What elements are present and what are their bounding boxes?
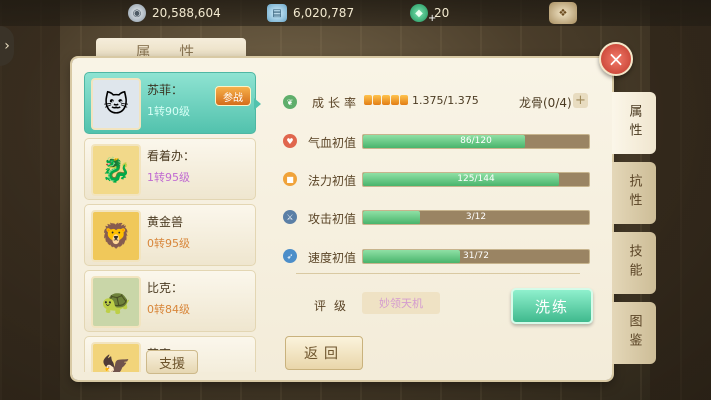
pet-name: 比克： [147, 281, 184, 295]
stat-label-speed: 速度初值 [308, 251, 357, 265]
shop-icon[interactable]: ❖ [549, 2, 577, 24]
heart-icon: ♥ [283, 134, 297, 148]
leaf-icon: ❦ [283, 95, 297, 109]
jade-coin-display[interactable]: ◆ + 20 [410, 3, 449, 24]
pet-item-bike[interactable]: 🐢 比克： 0转84级 [84, 270, 256, 332]
growth-star-icon [364, 95, 372, 105]
currency-bar: ◉ 20,588,604 ▤ 6,020,787 ◆ + 20 ❖ [0, 0, 711, 26]
support-button[interactable]: 支援 [146, 350, 198, 374]
silver-ingot-display: ▤ 6,020,787 [267, 3, 354, 23]
pet-name: 看着办： [147, 149, 196, 163]
add-dragon-bone-button[interactable]: + [573, 93, 588, 108]
growth-star-icon [391, 95, 399, 105]
silver-coin-display: ◉ 20,588,604 [128, 3, 221, 23]
stat-label-attack: 攻击初值 [308, 212, 357, 226]
stat-bar-text: 31/72 [463, 251, 489, 261]
pet-avatar-cat-icon: 🐱 [91, 78, 141, 130]
growth-star-icon [400, 95, 408, 105]
pet-avatar-dragon-icon: 🐉 [91, 144, 141, 196]
pet-item-kanzheban[interactable]: 🐉 看着办： 1转95级 [84, 138, 256, 200]
close-button[interactable]: × [599, 42, 633, 76]
silver-coin-icon: ◉ [128, 4, 146, 22]
grade-value: 妙领天机 [362, 292, 440, 314]
stat-bar-mp: 125/144 [362, 172, 590, 187]
back-button[interactable]: 返回 [285, 336, 363, 370]
pet-level: 1转95级 [147, 171, 190, 184]
wash-button[interactable]: 洗练 [511, 288, 593, 324]
growth-label: 成长率 [312, 96, 361, 110]
pet-item-sufei[interactable]: 🐱 苏菲： 1转90级 参战 [84, 72, 256, 134]
stat-bar-attack: 3/12 [362, 210, 590, 225]
pet-name: 苏菲： [147, 83, 184, 97]
battle-badge: 参战 [215, 86, 251, 106]
pet-avatar-golden-icon: 🦅 [91, 342, 141, 372]
silver-ingot-icon: ▤ [267, 4, 287, 22]
pet-avatar-turtle-icon: 🐢 [91, 276, 141, 328]
stat-label-mp: 法力初值 [308, 174, 357, 188]
stat-bar-hp: 86/120 [362, 134, 590, 149]
growth-stars [364, 95, 408, 105]
pet-level: 0转84级 [147, 303, 190, 316]
close-icon: × [607, 47, 625, 71]
growth-star-icon [382, 95, 390, 105]
jade-coin-icon[interactable]: ◆ + [410, 4, 436, 24]
pet-name: 黄金兽 [147, 215, 184, 229]
stat-bar-text: 125/144 [457, 174, 495, 184]
selection-arrow-icon [254, 98, 261, 110]
pet-level: 0转95级 [147, 237, 190, 250]
sword-icon: ⚔ [283, 210, 297, 224]
plus-icon: + [428, 13, 437, 24]
stat-bar-text: 3/12 [465, 212, 487, 222]
stat-bar-speed: 31/72 [362, 249, 590, 264]
growth-value: 1.375/1.375 [412, 94, 479, 107]
tab-handbook[interactable]: 图鉴 [612, 302, 656, 364]
growth-star-icon [373, 95, 381, 105]
dragon-bone-label: 龙骨(0/4) [519, 96, 572, 110]
stat-label-hp: 气血初值 [308, 136, 357, 150]
speed-icon: ➶ [283, 249, 297, 263]
pet-item-huangjinshou[interactable]: 🦁 黄金兽 0转95级 [84, 204, 256, 266]
silver-coin-value: 20,588,604 [152, 6, 221, 20]
pet-avatar-lion-icon: 🦁 [91, 210, 141, 262]
silver-ingot-value: 6,020,787 [293, 6, 355, 20]
tab-attributes[interactable]: 属性 [612, 92, 656, 154]
pet-list[interactable]: 🐱 苏菲： 1转90级 参战 🐉 看着办： 1转95级 🦁 黄金兽 0转95级 … [84, 72, 256, 372]
tab-resistance[interactable]: 抗性 [612, 162, 656, 224]
grade-label: 评级 [314, 299, 355, 313]
tab-skills[interactable]: 技能 [612, 232, 656, 294]
divider [296, 273, 580, 274]
stat-bar-text: 86/120 [460, 136, 492, 146]
mana-icon: ■ [283, 172, 297, 186]
pet-level: 1转90级 [147, 105, 190, 118]
